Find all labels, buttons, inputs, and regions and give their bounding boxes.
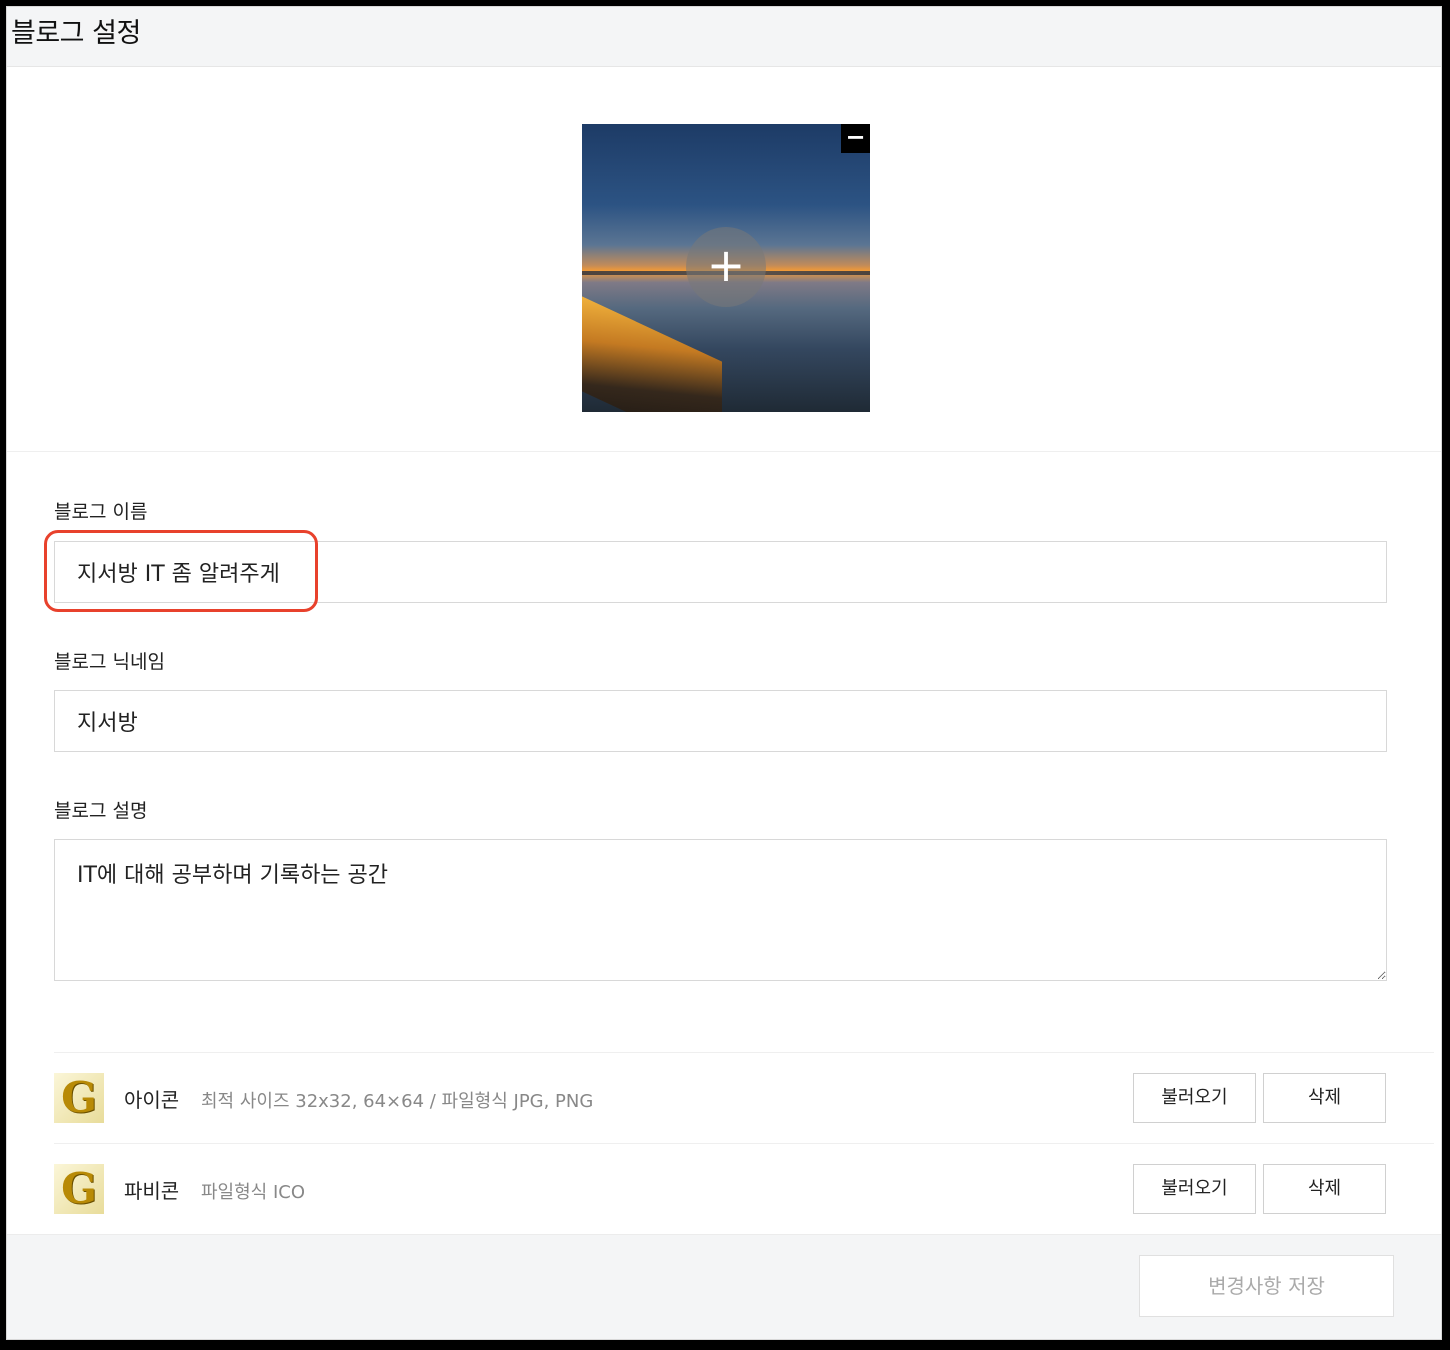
favicon-delete-button[interactable]: 삭제 bbox=[1263, 1164, 1386, 1214]
cover-image-section: + − bbox=[7, 67, 1441, 452]
icon-delete-button[interactable]: 삭제 bbox=[1263, 1073, 1386, 1123]
favicon-row-title: 파비콘 bbox=[124, 1179, 180, 1203]
icon-load-button[interactable]: 불러오기 bbox=[1133, 1073, 1256, 1123]
blog-name-label: 블로그 이름 bbox=[54, 501, 148, 523]
icon-row: G 아이콘 최적 사이즈 32x32, 64×64 / 파일형식 JPG, PN… bbox=[54, 1052, 1434, 1142]
icon-row-desc: 최적 사이즈 32x32, 64×64 / 파일형식 JPG, PNG bbox=[201, 1091, 594, 1112]
icon-row-title: 아이콘 bbox=[124, 1088, 180, 1112]
icon-preview-icon: G bbox=[54, 1073, 104, 1123]
favicon-row-desc: 파일형식 ICO bbox=[201, 1182, 306, 1203]
blog-nickname-label: 블로그 닉네임 bbox=[54, 651, 165, 673]
save-changes-button[interactable]: 변경사항 저장 bbox=[1139, 1255, 1394, 1317]
favicon-load-button[interactable]: 불러오기 bbox=[1133, 1164, 1256, 1214]
blog-name-input[interactable] bbox=[54, 541, 1387, 603]
favicon-preview-icon: G bbox=[54, 1164, 104, 1214]
favicon-row: G 파비콘 파일형식 ICO 불러오기 삭제 bbox=[54, 1143, 1434, 1233]
footer-bar: 변경사항 저장 bbox=[7, 1234, 1441, 1339]
add-image-button[interactable]: + bbox=[686, 227, 766, 307]
page-title: 블로그 설정 bbox=[11, 18, 141, 49]
cover-shore-decoration bbox=[582, 296, 722, 412]
blog-nickname-input[interactable] bbox=[54, 690, 1387, 752]
title-bar: 블로그 설정 bbox=[7, 7, 1441, 67]
blog-description-label: 블로그 설명 bbox=[54, 800, 148, 822]
cover-image[interactable]: + − bbox=[582, 124, 870, 412]
blog-description-textarea[interactable]: IT에 대해 공부하며 기록하는 공간 bbox=[54, 839, 1387, 981]
settings-window: 블로그 설정 + − 블로그 이름 블로그 닉네임 블로그 설명 IT에 대해 … bbox=[6, 6, 1442, 1340]
remove-image-button[interactable]: − bbox=[841, 124, 870, 153]
